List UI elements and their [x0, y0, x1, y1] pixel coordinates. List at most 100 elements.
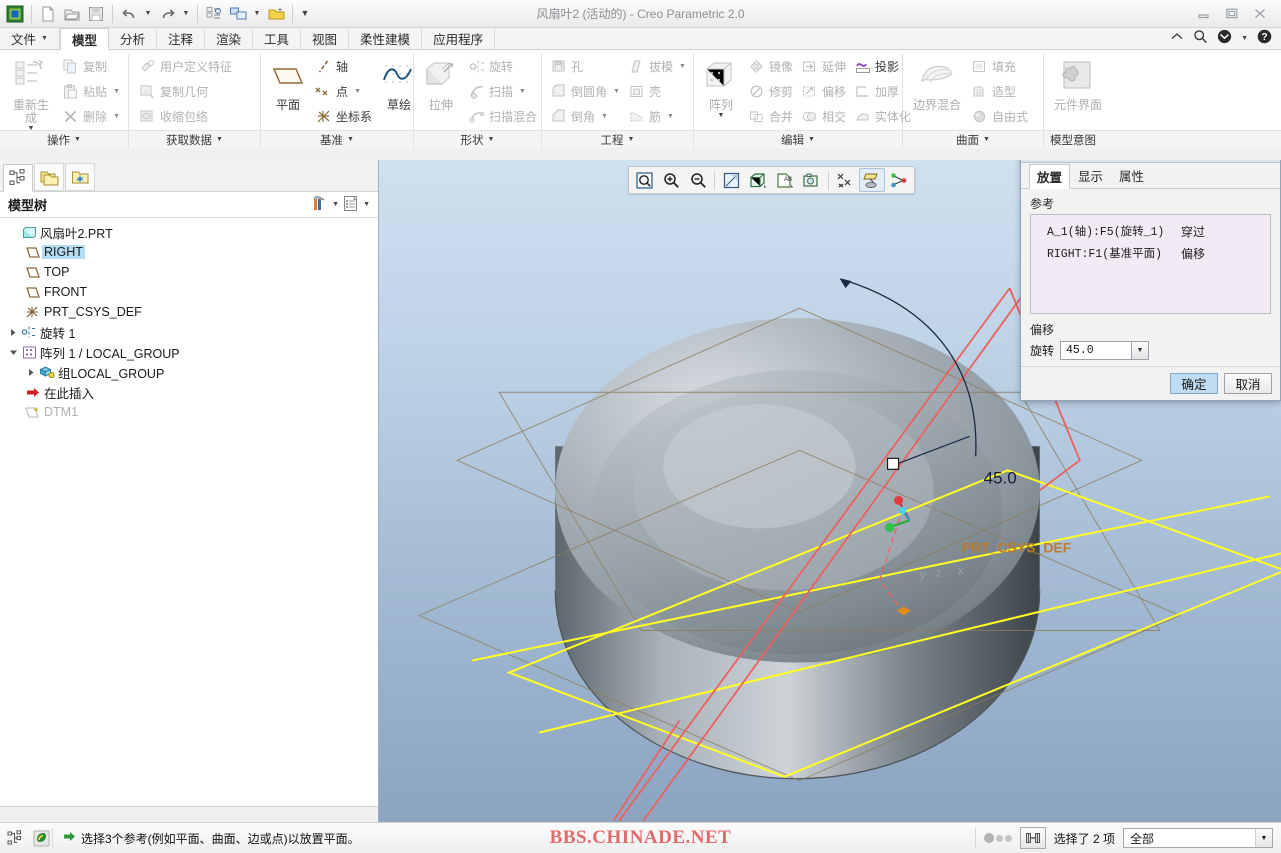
display-style-icon[interactable] [745, 168, 771, 192]
reference-constraint[interactable]: 穿过 [1181, 223, 1205, 240]
axis-display-icon[interactable] [886, 168, 912, 192]
shell-button[interactable]: 壳 [624, 79, 690, 103]
customize-qat-icon[interactable]: ▼ [298, 3, 312, 25]
freestyle-button[interactable]: 自由式 [967, 104, 1032, 128]
redo-icon[interactable] [156, 3, 178, 25]
zoom-in-icon[interactable] [658, 168, 684, 192]
close-window-icon[interactable] [265, 3, 287, 25]
status-tree-icon[interactable] [4, 827, 26, 849]
boundary-blend-button[interactable]: 边界混合 [907, 53, 967, 111]
tree-expander-collapsed[interactable] [24, 368, 38, 377]
tab-render[interactable]: 渲染 [205, 27, 254, 49]
creo-logo-icon[interactable] [4, 3, 26, 25]
datum-display-filters-icon[interactable] [832, 168, 858, 192]
graphics-toolbar[interactable]: AB [628, 166, 915, 194]
udf-button[interactable]: 用户定义特征 [135, 54, 236, 78]
pattern-dropdown-icon[interactable]: ▼ [718, 112, 725, 119]
undo-icon[interactable] [118, 3, 140, 25]
repaint-icon[interactable] [718, 168, 744, 192]
round-button[interactable]: 倒圆角 ▼ [546, 79, 624, 103]
reference-row[interactable]: RIGHT:F1(基准平面) 偏移 [1031, 242, 1270, 264]
group-label-get-data[interactable]: 获取数据 ▼ [129, 130, 260, 148]
model-tree-body[interactable]: 风扇叶2.PRT RIGHT TOP FRONT PRT_CSYS_DEF 旋转… [0, 218, 378, 822]
draft-button[interactable]: 拔模 ▼ [624, 54, 690, 78]
group-label-shapes[interactable]: 形状 ▼ [414, 130, 541, 148]
save-icon[interactable] [85, 3, 107, 25]
tree-node-pattern[interactable]: 阵列 1 / LOCAL_GROUP [0, 342, 378, 362]
tab-file[interactable]: 文件 ▼ [0, 27, 60, 49]
cancel-button[interactable]: 取消 [1224, 373, 1272, 394]
datum-csys-button[interactable]: 坐标系 [311, 104, 376, 128]
regenerate-icon[interactable] [203, 3, 225, 25]
tab-flexible-modeling[interactable]: 柔性建模 [349, 27, 423, 49]
tree-node-right[interactable]: RIGHT [0, 242, 378, 262]
tree-node-top[interactable]: TOP [0, 262, 378, 282]
window-controls[interactable] [1195, 6, 1281, 22]
reference-constraint[interactable]: 偏移 [1181, 245, 1205, 262]
help-icon[interactable]: ? [1257, 29, 1272, 47]
datum-point-dropdown-icon[interactable]: ▼ [354, 88, 361, 95]
account-icon[interactable] [1217, 29, 1232, 47]
tab-view[interactable]: 视图 [301, 27, 350, 49]
style-button[interactable]: 造型 [967, 79, 1032, 103]
tree-settings-icon[interactable] [343, 195, 359, 215]
collapse-ribbon-icon[interactable] [1170, 31, 1184, 45]
datum-axis-button[interactable]: 轴 [311, 54, 376, 78]
undo-dropdown-icon[interactable]: ▼ [142, 3, 154, 25]
round-dropdown-icon[interactable]: ▼ [613, 88, 620, 95]
group-label-editing[interactable]: 编辑 ▼ [694, 130, 902, 148]
extend-button[interactable]: 延伸 [797, 54, 850, 78]
component-interface-button[interactable]: 元件界面 [1048, 53, 1108, 111]
close-button[interactable] [1251, 6, 1269, 22]
datum-plane-dialog[interactable]: 基准平面 ✕ 放置 显示 属性 参考 A_1(轴):F5(旋转_1) 穿过 RI… [1020, 160, 1281, 401]
datum-plane-button[interactable]: 平面 [265, 53, 311, 112]
favorites-tab[interactable] [65, 163, 95, 191]
account-dropdown-icon[interactable]: ▼ [1241, 35, 1248, 42]
folder-browser-tab[interactable] [34, 163, 64, 191]
new-file-icon[interactable] [37, 3, 59, 25]
offset-button[interactable]: 偏移 [797, 79, 850, 103]
trim-button[interactable]: 修剪 [744, 79, 797, 103]
model-tree-tab[interactable] [3, 164, 33, 192]
tab-applications[interactable]: 应用程序 [422, 27, 496, 49]
dialog-tab-display[interactable]: 显示 [1070, 163, 1111, 188]
draft-dropdown-icon[interactable]: ▼ [679, 63, 686, 70]
chevron-down-icon[interactable]: ▼ [1255, 829, 1272, 847]
chamfer-dropdown-icon[interactable]: ▼ [601, 113, 608, 120]
tree-node-dtm1[interactable]: DTM1 [0, 402, 378, 422]
group-label-datum[interactable]: 基准 ▼ [261, 130, 413, 148]
regenerate-button[interactable]: 重新生成 ▼ [4, 53, 58, 132]
tree-pane-tabs[interactable] [0, 160, 378, 192]
selection-tool-button[interactable] [1019, 827, 1046, 849]
ribbon-right-tools[interactable]: ▼ ? [1170, 27, 1281, 49]
paste-dropdown-icon[interactable]: ▼ [113, 88, 120, 95]
swept-blend-button[interactable]: 扫描混合 [464, 104, 541, 128]
redo-dropdown-icon[interactable]: ▼ [180, 3, 192, 25]
paste-button[interactable]: 粘贴 ▼ [58, 79, 124, 103]
chamfer-button[interactable]: 倒角 ▼ [546, 104, 624, 128]
group-label-model-intent[interactable]: 模型意图 [1044, 130, 1281, 148]
quick-access-toolbar[interactable]: ▼ ▼ ▼ ▼ [0, 3, 312, 25]
tree-node-insert-here[interactable]: 在此插入 [0, 382, 378, 402]
zoom-out-icon[interactable] [685, 168, 711, 192]
plane-display-icon[interactable] [859, 168, 885, 192]
tree-resize-bar[interactable] [0, 806, 378, 822]
datum-point-button[interactable]: 点 ▼ [311, 79, 376, 103]
status-layer-icon[interactable] [30, 827, 52, 849]
group-label-operations[interactable]: 操作 ▼ [0, 130, 128, 148]
group-label-engineering[interactable]: 工程 ▼ [542, 130, 693, 148]
window-switch-icon[interactable] [227, 3, 249, 25]
offset-input[interactable]: 45.0 [1060, 341, 1133, 360]
sweep-button[interactable]: 扫描 ▼ [464, 79, 541, 103]
tree-node-csys[interactable]: PRT_CSYS_DEF [0, 302, 378, 322]
mirror-button[interactable]: 镜像 [744, 54, 797, 78]
dialog-tab-properties[interactable]: 属性 [1111, 163, 1152, 188]
tab-annotate[interactable]: 注释 [157, 27, 205, 49]
dialog-tab-placement[interactable]: 放置 [1029, 164, 1071, 189]
extrude-button[interactable]: 拉伸 [418, 53, 464, 112]
tree-expander-collapsed[interactable] [6, 328, 20, 337]
sweep-dropdown-icon[interactable]: ▼ [519, 88, 526, 95]
tab-analysis[interactable]: 分析 [109, 27, 157, 49]
window-dropdown-icon[interactable]: ▼ [251, 3, 263, 25]
offset-input-group[interactable]: 45.0 ▼ [1060, 341, 1150, 360]
